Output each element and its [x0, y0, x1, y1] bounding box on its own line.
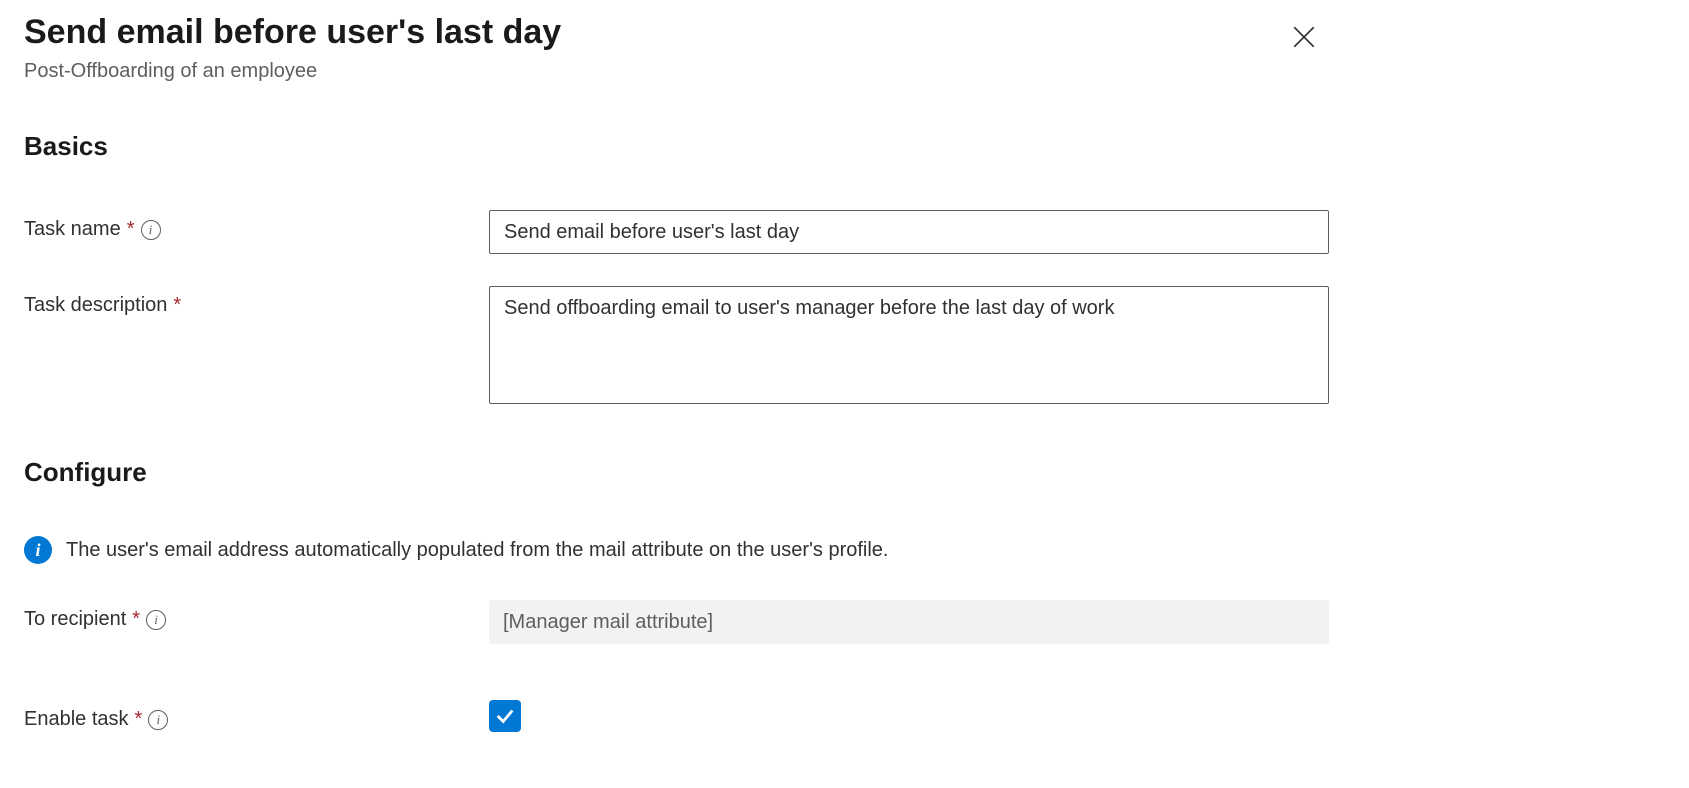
- task-name-input[interactable]: [489, 210, 1329, 254]
- task-description-input[interactable]: [489, 286, 1329, 404]
- info-icon: i: [24, 536, 52, 564]
- required-indicator: *: [173, 294, 181, 317]
- info-icon[interactable]: i: [141, 220, 161, 240]
- enable-task-control: [489, 700, 1329, 732]
- header-text: Send email before user's last day Post-O…: [24, 10, 1283, 83]
- panel-subtitle: Post-Offboarding of an employee: [24, 60, 1283, 83]
- close-button[interactable]: [1283, 16, 1325, 61]
- task-name-label-text: Task name: [24, 218, 121, 241]
- panel-title: Send email before user's last day: [24, 10, 1283, 54]
- task-description-row: Task description *: [24, 286, 1665, 409]
- required-indicator: *: [127, 218, 135, 241]
- basics-heading: Basics: [24, 131, 1665, 162]
- to-recipient-row: To recipient * i: [24, 600, 1665, 644]
- enable-task-checkbox[interactable]: [489, 700, 521, 732]
- configure-heading: Configure: [24, 457, 1665, 488]
- configure-form: To recipient * i Enable task * i: [24, 600, 1665, 732]
- close-icon: [1291, 24, 1317, 50]
- task-name-row: Task name * i: [24, 210, 1665, 254]
- basics-form: Task name * i Task description *: [24, 210, 1665, 409]
- to-recipient-control: [489, 600, 1329, 644]
- required-indicator: *: [132, 608, 140, 631]
- enable-task-label-text: Enable task: [24, 708, 129, 731]
- task-description-label: Task description *: [24, 286, 489, 317]
- task-panel: Send email before user's last day Post-O…: [0, 0, 1689, 788]
- task-description-label-text: Task description: [24, 294, 167, 317]
- task-description-control: [489, 286, 1329, 409]
- task-name-control: [489, 210, 1329, 254]
- info-icon[interactable]: i: [146, 610, 166, 630]
- task-name-label: Task name * i: [24, 210, 489, 241]
- to-recipient-label: To recipient * i: [24, 600, 489, 631]
- info-message-text: The user's email address automatically p…: [66, 539, 889, 562]
- info-icon[interactable]: i: [148, 710, 168, 730]
- enable-task-row: Enable task * i: [24, 700, 1665, 732]
- header: Send email before user's last day Post-O…: [24, 10, 1665, 83]
- to-recipient-input: [489, 600, 1329, 644]
- checkmark-icon: [494, 705, 516, 727]
- info-message: i The user's email address automatically…: [24, 536, 1665, 564]
- to-recipient-label-text: To recipient: [24, 608, 126, 631]
- required-indicator: *: [135, 708, 143, 731]
- enable-task-label: Enable task * i: [24, 700, 489, 731]
